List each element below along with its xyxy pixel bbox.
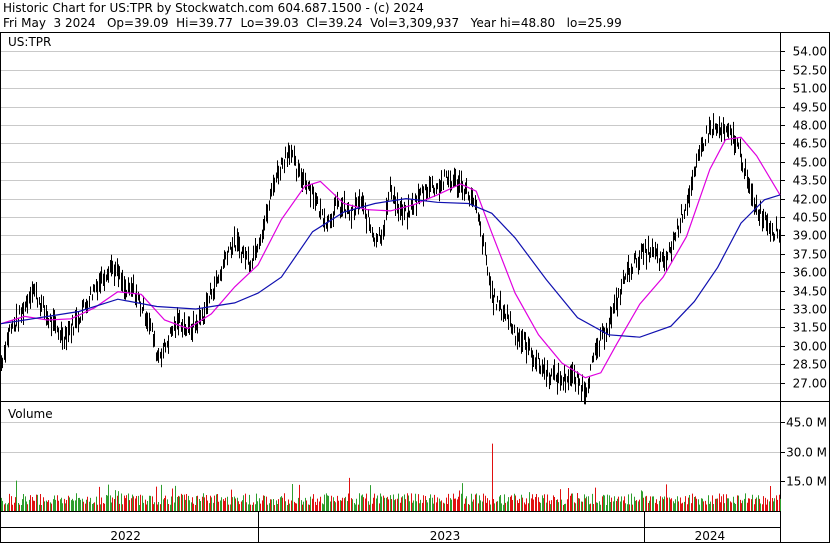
volume-bars (1, 443, 781, 511)
price-tick-label: 52.50 (793, 64, 827, 78)
volume-tick-label: 30.0 M (786, 446, 827, 460)
year-label: 2023 (430, 529, 461, 543)
price-tick-label: 33.00 (793, 303, 827, 317)
stock-chart: 54.00 52.50 51.00 49.50 48.00 46.50 45.00 43.50… (0, 32, 830, 543)
price-tick-label: 46.50 (793, 137, 827, 151)
price-tick-label: 54.00 (793, 45, 827, 59)
volume-axis-ticks: 45.0 M 30.0 M 15.0 M (780, 416, 827, 489)
volume-label: Volume (8, 407, 53, 421)
price-tick-label: 34.50 (793, 285, 827, 299)
price-tick-label: 45.00 (793, 156, 827, 170)
price-tick-label: 27.00 (793, 377, 827, 391)
price-tick-label: 37.50 (793, 248, 827, 262)
price-tick-label: 43.50 (793, 174, 827, 188)
price-tick-label: 30.00 (793, 340, 827, 354)
price-tick-label: 31.50 (793, 321, 827, 335)
price-tick-label: 42.00 (793, 193, 827, 207)
price-axis-ticks: 54.00 52.50 51.00 49.50 48.00 46.50 45.00 43.50… (780, 45, 827, 391)
volume-gridlines (1, 422, 780, 482)
price-tick-label: 39.00 (793, 229, 827, 243)
price-tick-label: 48.00 (793, 119, 827, 133)
price-bars (1, 113, 781, 405)
volume-tick-label: 15.0 M (786, 475, 827, 489)
symbol-label: US:TPR (8, 35, 51, 49)
volume-tick-label: 45.0 M (786, 416, 827, 430)
year-label: 2024 (695, 529, 726, 543)
price-tick-label: 28.50 (793, 358, 827, 372)
price-tick-label: 49.50 (793, 101, 827, 115)
price-tick-label: 40.50 (793, 211, 827, 225)
price-gridlines (1, 51, 780, 384)
price-tick-label: 51.00 (793, 82, 827, 96)
price-tick-label: 36.00 (793, 266, 827, 280)
year-label: 2022 (110, 529, 141, 543)
